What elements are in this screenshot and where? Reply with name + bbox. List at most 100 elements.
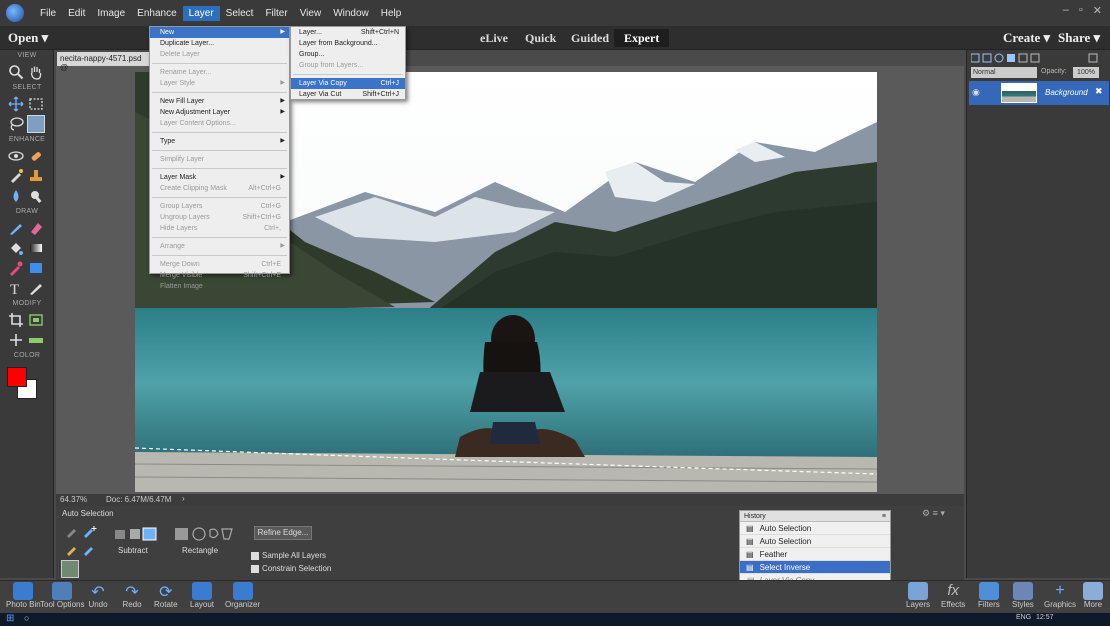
menu-item-create-clipping-mask[interactable]: Create Clipping Mask Alt+Ctrl+G xyxy=(150,183,289,194)
submenu-item-layer-via-copy[interactable]: Layer Via Copy Ctrl+J xyxy=(291,78,405,89)
selection-shape-icons[interactable] xyxy=(174,526,234,542)
recompose-tool-icon[interactable] xyxy=(28,312,44,328)
filters-button[interactable]: Filters xyxy=(978,582,1000,609)
menu-layer[interactable]: Layer xyxy=(182,5,220,21)
layers-button[interactable]: Layers xyxy=(906,582,930,609)
spot-healing-icon[interactable] xyxy=(28,148,44,164)
selection-mode-icons[interactable] xyxy=(64,524,98,540)
menu-item-flatten-image[interactable]: Flatten Image xyxy=(150,281,289,292)
organizer-button[interactable]: Organizer xyxy=(225,582,260,609)
menu-item-delete-layer[interactable]: Delete Layer xyxy=(150,49,289,60)
styles-button[interactable]: Styles xyxy=(1012,582,1034,609)
close-icon[interactable]: ✕ xyxy=(1093,4,1102,17)
lasso-tool-icon[interactable] xyxy=(8,116,24,132)
menu-select[interactable]: Select xyxy=(220,6,260,21)
menu-enhance[interactable]: Enhance xyxy=(131,6,182,21)
clone-stamp-icon[interactable] xyxy=(28,168,44,184)
tool-options-button[interactable]: Tool Options xyxy=(40,582,84,609)
undo-button[interactable]: ↶ Undo xyxy=(88,582,108,609)
submenu-item-layer-via-cut[interactable]: Layer Via Cut Shift+Ctrl+J xyxy=(291,89,405,100)
menu-item-ungroup-layers[interactable]: Ungroup Layers Shift+Ctrl+G xyxy=(150,212,289,223)
options-settings-icon[interactable]: ⚙ ≡ ▾ xyxy=(922,508,945,519)
menu-item-rename-layer[interactable]: Rename Layer... xyxy=(150,67,289,78)
content-aware-move-icon[interactable] xyxy=(8,332,24,348)
paint-bucket-icon[interactable] xyxy=(8,240,24,256)
history-item[interactable]: ▤ Auto Selection xyxy=(740,522,890,535)
menu-item-merge-down[interactable]: Merge Down Ctrl+E xyxy=(150,259,289,270)
menu-item-new-fill-layer[interactable]: New Fill Layer ▶ xyxy=(150,96,289,107)
tab-elive[interactable]: eLive xyxy=(470,29,518,47)
menu-view[interactable]: View xyxy=(294,6,328,21)
quick-selection-tool-icon[interactable] xyxy=(27,115,45,133)
shape-tool-icon[interactable] xyxy=(28,260,44,276)
gradient-tool-icon[interactable] xyxy=(28,240,44,256)
redo-button[interactable]: ↷ Redo xyxy=(122,582,142,609)
layer-row-background[interactable]: ◉ Background ✖ xyxy=(969,81,1109,105)
zoom-tool-icon[interactable] xyxy=(8,64,24,80)
history-item[interactable]: ▤ Feather xyxy=(740,548,890,561)
tab-quick[interactable]: Quick xyxy=(515,29,566,47)
graphics-button[interactable]: + Graphics xyxy=(1044,582,1076,609)
constrain-selection-checkbox[interactable] xyxy=(251,565,259,573)
history-item[interactable]: ▤ Auto Selection xyxy=(740,535,890,548)
quick-selection-preview-icon[interactable] xyxy=(61,560,79,578)
smart-brush-icon[interactable] xyxy=(8,168,24,184)
photo-bin-button[interactable]: Photo Bin xyxy=(6,582,41,609)
menu-item-duplicate-layer[interactable]: Duplicate Layer... xyxy=(150,38,289,49)
menu-item-hide-layers[interactable]: Hide Layers Ctrl+, xyxy=(150,223,289,234)
document-tab[interactable]: necita-nappy-4571.psd @ xyxy=(57,52,149,72)
selection-mode-icons-2[interactable] xyxy=(64,542,98,558)
eye-icon[interactable]: ◉ xyxy=(972,87,980,98)
submenu-item-layer[interactable]: Layer... Shift+Ctrl+N xyxy=(291,27,405,38)
brush-tool-icon[interactable] xyxy=(8,220,24,236)
blur-tool-icon[interactable] xyxy=(8,188,24,204)
create-button[interactable]: Create ▾ xyxy=(1003,30,1050,46)
crop-tool-icon[interactable] xyxy=(8,312,24,328)
layout-button[interactable]: Layout xyxy=(190,582,214,609)
menu-window[interactable]: Window xyxy=(327,6,375,21)
menu-item-type[interactable]: Type ▶ xyxy=(150,136,289,147)
clock[interactable]: 12:57 xyxy=(1036,614,1054,621)
layer-toolbar-icons[interactable] xyxy=(971,53,1107,63)
menu-edit[interactable]: Edit xyxy=(62,6,91,21)
search-icon[interactable]: ○ xyxy=(24,613,29,623)
menu-item-group-layers[interactable]: Group Layers Ctrl+G xyxy=(150,201,289,212)
menu-item-arrange[interactable]: Arrange ▶ xyxy=(150,241,289,252)
tab-expert[interactable]: Expert xyxy=(614,29,670,47)
straighten-tool-icon[interactable] xyxy=(28,332,44,348)
submenu-item-layer-from-background[interactable]: Layer from Background... xyxy=(291,38,405,49)
menu-item-layer-content-options[interactable]: Layer Content Options... xyxy=(150,118,289,129)
rotate-button[interactable]: ⟳ Rotate xyxy=(154,582,178,609)
move-tool-icon[interactable] xyxy=(8,96,24,112)
menu-item-new[interactable]: New ▶ xyxy=(150,27,289,38)
hand-tool-icon[interactable] xyxy=(28,64,44,80)
minimize-icon[interactable]: – xyxy=(1063,4,1069,17)
history-item-selected[interactable]: ▤ Select Inverse xyxy=(740,561,890,574)
language-indicator[interactable]: ENG xyxy=(1016,614,1031,621)
layer-name[interactable]: Background xyxy=(1045,88,1088,97)
marquee-tool-icon[interactable] xyxy=(28,96,44,112)
menu-item-simplify-layer[interactable]: Simplify Layer xyxy=(150,154,289,165)
eraser-tool-icon[interactable] xyxy=(28,220,44,236)
menu-item-merge-visible[interactable]: Merge Visible Shift+Ctrl+E xyxy=(150,270,289,281)
menu-item-new-adjustment-layer[interactable]: New Adjustment Layer ▶ xyxy=(150,107,289,118)
more-button[interactable]: More xyxy=(1083,582,1103,609)
windows-start-icon[interactable]: ⊞ xyxy=(6,613,14,624)
submenu-item-group-from-layers[interactable]: Group from Layers... xyxy=(291,60,405,71)
menu-file[interactable]: File xyxy=(34,6,62,21)
refine-edge-button[interactable]: Refine Edge... xyxy=(254,526,312,540)
sponge-tool-icon[interactable] xyxy=(28,188,44,204)
tab-guided[interactable]: Guided xyxy=(561,29,619,47)
type-tool-icon[interactable]: T xyxy=(8,280,24,296)
submenu-item-group[interactable]: Group... xyxy=(291,49,405,60)
chevron-right-icon[interactable]: › xyxy=(182,494,185,503)
share-button[interactable]: Share ▾ xyxy=(1058,30,1100,46)
eye-tool-icon[interactable] xyxy=(8,148,24,164)
menu-item-layer-style[interactable]: Layer Style ▶ xyxy=(150,78,289,89)
selection-op-icons[interactable] xyxy=(114,526,158,542)
menu-icon[interactable]: ≡ xyxy=(882,511,886,522)
sample-all-layers-checkbox[interactable] xyxy=(251,552,259,560)
opacity-input[interactable]: 100% xyxy=(1073,67,1099,78)
menu-help[interactable]: Help xyxy=(375,6,408,21)
menu-item-layer-mask[interactable]: Layer Mask ▶ xyxy=(150,172,289,183)
